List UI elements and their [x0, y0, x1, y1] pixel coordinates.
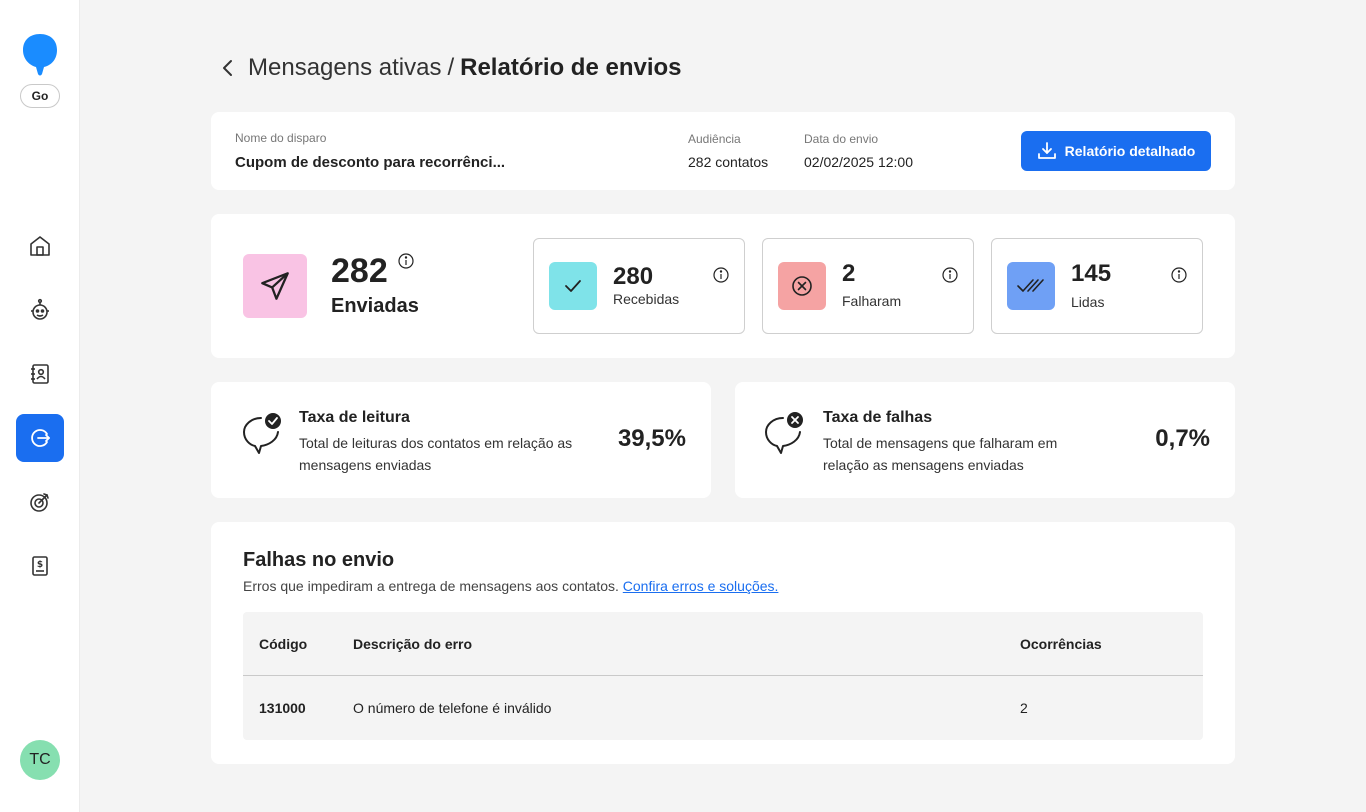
read-stat-icon-box	[1007, 262, 1055, 310]
read-label: Lidas	[1071, 294, 1105, 310]
read-info-icon[interactable]	[1171, 267, 1187, 283]
read-rate-value: 39,5%	[617, 425, 686, 452]
breadcrumb-parent[interactable]: Mensagens ativas	[248, 54, 441, 82]
received-count: 280	[613, 263, 654, 290]
contacts-book-icon	[31, 364, 49, 384]
sidebar-item-active-messages[interactable]	[16, 414, 64, 462]
send-date-value: 02/02/2025 12:00	[804, 154, 913, 170]
sent-label: Enviadas	[331, 295, 419, 317]
error-description-cell: O número de telefone é inválido	[353, 700, 552, 716]
column-header-occurrences: Ocorrências	[1020, 636, 1102, 652]
breadcrumb-separator: /	[447, 54, 455, 81]
table-row: 131000 O número de telefone é inválido 2	[243, 676, 1203, 740]
send-date-label: Data do envio	[804, 132, 879, 146]
sidebar-item-bots[interactable]	[16, 286, 64, 334]
failed-info-icon[interactable]	[942, 267, 958, 283]
back-arrow-icon[interactable]	[218, 58, 238, 78]
detailed-report-button[interactable]: Relatório detalhado	[1021, 131, 1211, 171]
check-icon	[565, 280, 581, 292]
x-circle-icon	[792, 276, 812, 296]
received-stat-icon-box	[549, 262, 597, 310]
fail-rate-value: 0,7%	[1155, 425, 1210, 452]
chat-bubble-logo-icon[interactable]	[21, 32, 59, 76]
delivery-stats-card: 282 Enviadas 280 Recebidas 2 Falharam 14…	[211, 214, 1235, 358]
sent-info-icon[interactable]	[398, 253, 414, 269]
active-messages-icon	[31, 429, 50, 447]
breadcrumb: Mensagens ativas / Relatório de envios	[218, 50, 682, 86]
read-rate-card: Taxa de leitura Total de leituras dos co…	[211, 382, 711, 498]
read-stat-card: 145 Lidas	[991, 238, 1203, 334]
billing-icon: $	[32, 556, 48, 576]
detailed-report-label: Relatório detalhado	[1064, 143, 1196, 159]
sent-count: 282	[331, 252, 388, 290]
failures-table: Código Descrição do erro Ocorrências 131…	[243, 612, 1203, 740]
fail-rate-card: Taxa de falhas Total de mensagens que fa…	[735, 382, 1235, 498]
read-count: 145	[1071, 260, 1112, 287]
fail-rate-description: Total de mensagens que falharam em relaç…	[823, 435, 1058, 473]
failures-subtitle: Erros que impediram a entrega de mensage…	[243, 578, 778, 594]
column-header-code: Código	[259, 636, 308, 652]
received-stat-card: 280 Recebidas	[533, 238, 745, 334]
chat-x-icon	[765, 412, 803, 454]
column-header-description: Descrição do erro	[353, 636, 473, 652]
fail-rate-title: Taxa de falhas	[823, 409, 933, 426]
received-info-icon[interactable]	[713, 267, 729, 283]
page-title: Relatório de envios	[460, 54, 682, 81]
svg-text:$: $	[37, 560, 43, 570]
target-icon	[30, 493, 49, 512]
dispatch-name-label: Nome do disparo	[235, 131, 327, 145]
sidebar-item-billing[interactable]: $	[16, 542, 64, 590]
robot-icon	[31, 298, 49, 320]
sent-stat-icon-box	[243, 254, 307, 318]
error-code-cell: 131000	[259, 700, 306, 716]
send-failures-card: Falhas no envio Erros que impediram a en…	[211, 522, 1235, 764]
home-icon	[30, 236, 50, 256]
read-rate-title: Taxa de leitura	[299, 409, 410, 426]
sidebar-item-home[interactable]	[16, 222, 64, 270]
sidebar: Go $ TC	[0, 0, 80, 812]
dispatch-name-value: Cupom de desconto para recorrênci...	[235, 154, 506, 171]
failed-stat-icon-box	[778, 262, 826, 310]
go-plan-badge[interactable]: Go	[20, 84, 60, 108]
failed-count: 2	[842, 260, 856, 287]
user-avatar[interactable]: TC	[20, 740, 60, 780]
error-occurrences-cell: 2	[1020, 700, 1028, 716]
failed-stat-card: 2 Falharam	[762, 238, 974, 334]
dispatch-info-card: Nome do disparo Cupom de desconto para r…	[211, 112, 1235, 190]
double-check-icon	[1017, 279, 1044, 292]
audience-label: Audiência	[688, 132, 741, 146]
audience-value: 282 contatos	[688, 154, 769, 170]
paper-plane-icon	[261, 272, 289, 300]
sidebar-item-contacts[interactable]	[16, 350, 64, 398]
failures-subtitle-text: Erros que impediram a entrega de mensage…	[243, 578, 619, 594]
read-rate-description: Total de leituras dos contatos em relaçã…	[299, 435, 573, 473]
sidebar-item-campaigns[interactable]	[16, 478, 64, 526]
table-header: Código Descrição do erro Ocorrências	[243, 612, 1203, 676]
failed-label: Falharam	[842, 293, 902, 309]
received-label: Recebidas	[613, 291, 680, 307]
chat-check-icon	[243, 413, 281, 454]
errors-solutions-link[interactable]: Confira erros e soluções.	[623, 578, 779, 594]
download-icon	[1037, 142, 1056, 159]
failures-title: Falhas no envio	[243, 549, 395, 571]
